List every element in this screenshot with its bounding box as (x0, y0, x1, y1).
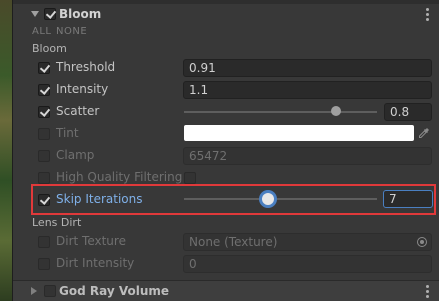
bloom-foldout-arrow-icon[interactable] (31, 11, 39, 17)
scatter-slider-track[interactable] (184, 111, 377, 113)
all-toggle-link[interactable]: ALL (32, 26, 51, 37)
skip-iterations-slider-track[interactable] (184, 198, 377, 200)
skip-iterations-label: Skip Iterations (56, 192, 143, 206)
dirt-texture-label: Dirt Texture (56, 234, 126, 248)
intensity-label: Intensity (56, 82, 109, 96)
scene-view-edge (0, 0, 12, 301)
god-ray-section-title[interactable]: God Ray Volume (59, 284, 169, 298)
dirt-intensity-label: Dirt Intensity (56, 256, 135, 270)
object-picker-icon[interactable] (417, 237, 427, 247)
high-quality-filtering-checkbox[interactable] (184, 172, 196, 184)
clamp-override-checkbox[interactable] (38, 150, 50, 162)
dirt-intensity-override-checkbox[interactable] (38, 258, 50, 270)
bloom-group-label: Bloom (32, 42, 67, 55)
high-quality-filtering-override-checkbox[interactable] (38, 172, 50, 184)
threshold-override-checkbox[interactable] (38, 62, 50, 74)
high-quality-filtering-label: High Quality Filtering (56, 170, 183, 184)
clamp-label: Clamp (56, 148, 95, 162)
none-toggle-link[interactable]: NONE (56, 26, 87, 37)
scatter-label: Scatter (56, 104, 100, 118)
scatter-override-checkbox[interactable] (38, 106, 50, 118)
tint-override-checkbox[interactable] (38, 128, 50, 140)
intensity-override-checkbox[interactable] (38, 84, 50, 96)
tint-color-swatch[interactable] (184, 125, 414, 141)
god-ray-kebab-menu-icon[interactable] (426, 285, 429, 300)
threshold-input[interactable]: 0.91 (183, 59, 432, 77)
dirt-intensity-input[interactable]: 0 (183, 255, 432, 273)
god-ray-foldout-arrow-icon[interactable] (31, 287, 37, 295)
lens-dirt-group-label: Lens Dirt (32, 216, 82, 229)
eyedropper-icon[interactable] (418, 127, 430, 139)
skip-iterations-override-checkbox[interactable] (38, 194, 50, 206)
inspector-panel: Bloom ALL NONE Bloom Threshold 0.91 Inte… (13, 0, 439, 301)
tint-label: Tint (56, 126, 79, 140)
god-ray-enabled-checkbox[interactable] (44, 285, 56, 297)
clamp-input[interactable]: 65472 (183, 147, 432, 165)
bloom-section-title[interactable]: Bloom (59, 7, 101, 21)
skip-iterations-value-input[interactable]: 7 (383, 190, 433, 208)
dirt-texture-override-checkbox[interactable] (38, 236, 50, 248)
dirt-texture-object-field[interactable]: None (Texture) (183, 233, 432, 251)
scatter-slider-thumb[interactable] (331, 106, 341, 116)
intensity-input[interactable]: 1.1 (183, 81, 432, 99)
skip-iterations-slider-thumb[interactable] (262, 193, 274, 205)
scatter-value-input[interactable]: 0.8 (384, 103, 432, 121)
previous-section-edge (13, 0, 439, 4)
bloom-kebab-menu-icon[interactable] (426, 8, 429, 23)
bloom-enabled-checkbox[interactable] (44, 8, 56, 20)
threshold-label: Threshold (56, 60, 116, 74)
